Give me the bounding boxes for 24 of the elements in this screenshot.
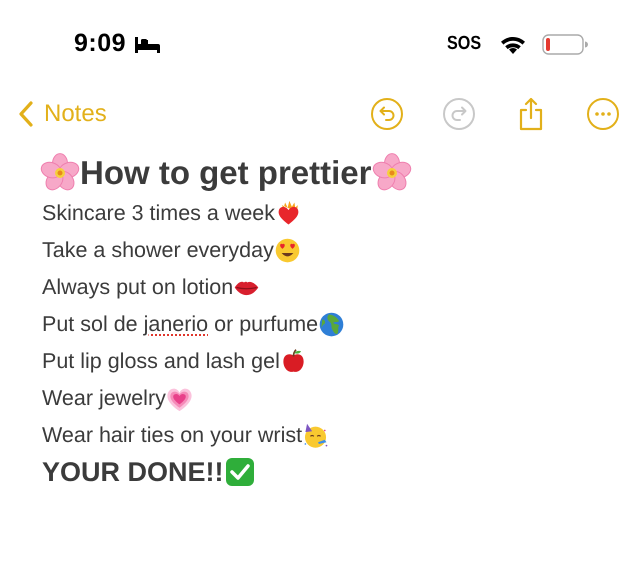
globe-icon [318, 310, 346, 338]
smiling-face-icon [274, 236, 301, 264]
note-line: Put lip gloss and lash gel [42, 348, 280, 375]
note-line: Always put on lotion [42, 274, 234, 301]
note-line: Take a shower everyday [42, 236, 274, 264]
flower-icon [372, 153, 412, 194]
note-line: Put sol de janerio or purfume [42, 310, 318, 338]
bed-icon [134, 36, 162, 52]
chevron-left-icon [18, 100, 34, 128]
battery-icon [542, 34, 588, 54]
bold-note-line: YOUR DONE!! [42, 456, 224, 489]
check-mark-icon [224, 456, 256, 488]
undo-button[interactable] [370, 97, 404, 131]
party-face-icon [302, 422, 330, 449]
note-line: Wear jewelry [42, 384, 166, 412]
flower-icon [40, 153, 80, 194]
note-title: How to get prettier [80, 153, 372, 193]
more-button[interactable] [586, 97, 620, 131]
back-button[interactable]: Notes [18, 96, 107, 132]
status-time: 9:09 [74, 28, 126, 60]
note-line: Skincare 3 times a week [42, 200, 276, 227]
note-line: Wear hair ties on your wrist [42, 422, 302, 449]
wifi-icon [500, 34, 526, 54]
sos-label: SOS [446, 32, 481, 56]
